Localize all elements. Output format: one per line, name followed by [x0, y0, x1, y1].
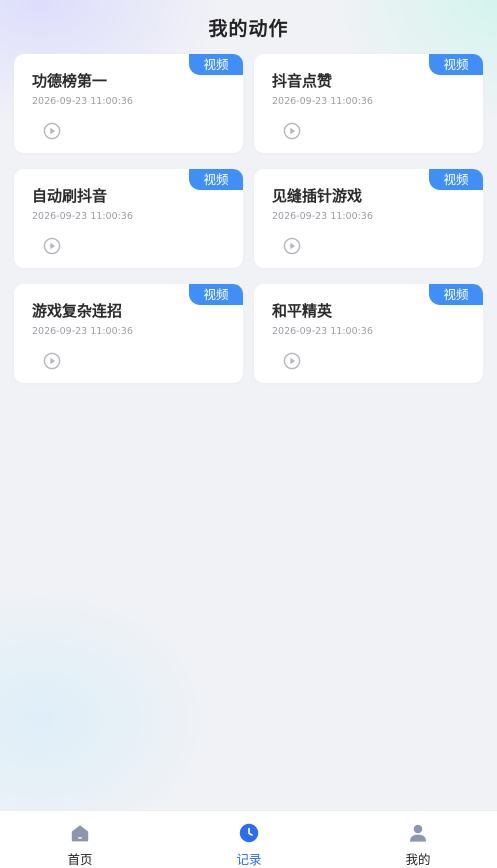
clock-icon: [239, 823, 259, 843]
user-icon: [410, 824, 426, 842]
play-circle-icon[interactable]: [43, 237, 61, 255]
video-tag: 视频: [189, 54, 243, 75]
action-time: 2026-09-23 11:00:36: [272, 211, 373, 222]
action-time: 2026-09-23 11:00:36: [32, 211, 133, 222]
tab-records[interactable]: 记录: [189, 811, 309, 868]
video-tag: 视频: [429, 284, 483, 305]
video-tag: 视频: [189, 169, 243, 190]
page-title: 我的动作: [208, 18, 289, 40]
play-circle-icon[interactable]: [283, 352, 301, 370]
action-card[interactable]: 视频 功德榜第一 2026-09-23 11:00:36: [14, 54, 243, 153]
action-card[interactable]: 视频 抖音点赞 2026-09-23 11:00:36: [254, 54, 483, 153]
action-time: 2026-09-23 11:00:36: [32, 96, 133, 107]
action-card[interactable]: 视频 见缝插针游戏 2026-09-23 11:00:36: [254, 169, 483, 268]
tab-home[interactable]: 首页: [20, 811, 140, 868]
tab-label: 我的: [405, 852, 431, 867]
action-name: 见缝插针游戏: [272, 187, 363, 205]
bottom-tab-bar: 首页 记录 我的: [0, 810, 497, 868]
play-circle-icon[interactable]: [43, 352, 61, 370]
action-card[interactable]: 视频 和平精英 2026-09-23 11:00:36: [254, 284, 483, 383]
action-time: 2026-09-23 11:00:36: [272, 96, 373, 107]
action-name: 抖音点赞: [272, 72, 333, 90]
action-name: 功德榜第一: [32, 72, 108, 90]
action-time: 2026-09-23 11:00:36: [272, 326, 373, 337]
action-name: 和平精英: [272, 302, 333, 320]
action-name: 自动刷抖音: [32, 187, 108, 205]
home-icon: [71, 825, 89, 842]
tab-label: 记录: [236, 852, 262, 867]
play-circle-icon[interactable]: [283, 237, 301, 255]
play-circle-icon[interactable]: [283, 122, 301, 140]
action-time: 2026-09-23 11:00:36: [32, 326, 133, 337]
video-tag: 视频: [429, 169, 483, 190]
video-tag: 视频: [189, 284, 243, 305]
tab-mine[interactable]: 我的: [358, 811, 478, 868]
tab-label: 首页: [67, 852, 93, 867]
action-card[interactable]: 视频 自动刷抖音 2026-09-23 11:00:36: [14, 169, 243, 268]
action-name: 游戏复杂连招: [32, 302, 123, 320]
play-circle-icon[interactable]: [43, 122, 61, 140]
action-card[interactable]: 视频 游戏复杂连招 2026-09-23 11:00:36: [14, 284, 243, 383]
video-tag: 视频: [429, 54, 483, 75]
